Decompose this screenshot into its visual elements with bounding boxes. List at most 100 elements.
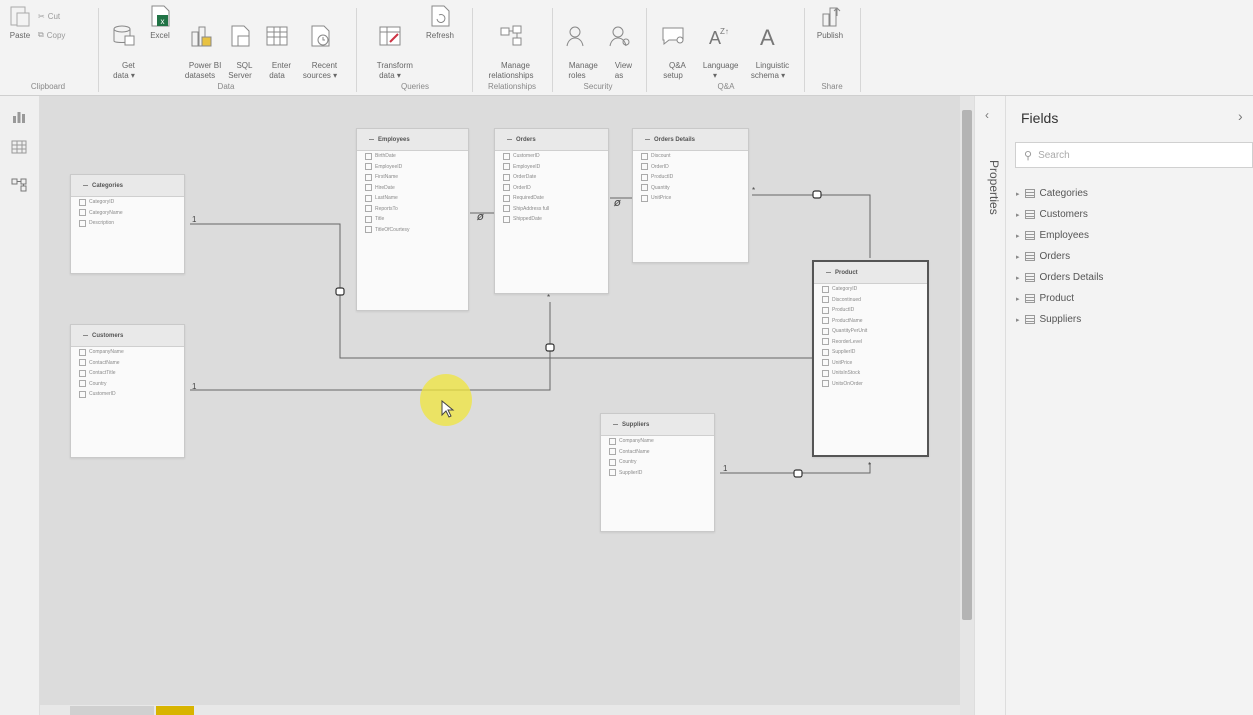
view-switcher-rail — [0, 96, 40, 715]
field-row[interactable]: ReorderLevel — [814, 337, 927, 348]
fields-item[interactable]: ▸ Orders — [1016, 251, 1070, 262]
fields-item[interactable]: ▸ Customers — [1016, 209, 1088, 220]
table-card-customers[interactable]: Customers CompanyName ContactName ContactT… — [70, 324, 185, 458]
field-row[interactable]: UnitPrice — [814, 358, 927, 369]
fields-item-label: Employees — [1039, 230, 1089, 241]
field-row[interactable]: Discontinued — [814, 295, 927, 306]
field-row[interactable]: ContactName — [601, 447, 714, 458]
field-row[interactable]: OrderDate — [495, 172, 608, 183]
get-data-button[interactable]: Get data ▾ — [108, 4, 140, 91]
field-row[interactable]: CustomerID — [71, 389, 184, 400]
field-row[interactable]: UnitPrice — [633, 193, 748, 204]
table-card-orders-details[interactable]: Orders Details Discount OrderID ProductID Q… — [632, 128, 749, 263]
vertical-scroll-thumb[interactable] — [962, 110, 972, 620]
field-row[interactable]: BirthDate — [357, 151, 468, 162]
manage-relationships-button[interactable]: Manage relationships — [478, 4, 544, 91]
excel-button[interactable]: x Excel — [146, 4, 174, 41]
field-row[interactable]: QuantityPerUnit — [814, 326, 927, 337]
field-row[interactable]: EmployeeID — [357, 162, 468, 173]
chevron-right-icon[interactable]: › — [1238, 108, 1243, 124]
search-placeholder: Search — [1038, 149, 1070, 161]
share-group-label: Share — [821, 82, 843, 91]
refresh-button[interactable]: Refresh — [422, 4, 458, 41]
page-tab[interactable] — [70, 706, 154, 715]
field-row[interactable]: SupplierID — [601, 468, 714, 479]
publish-button[interactable]: Publish — [812, 4, 848, 41]
powerbi-datasets-button[interactable]: Power BI datasets — [180, 4, 222, 91]
cut-button[interactable]: ✂ Cut — [38, 12, 60, 21]
field-row[interactable]: HireDate — [357, 183, 468, 194]
field-row[interactable]: LastName — [357, 193, 468, 204]
enter-data-button[interactable]: Enter data — [262, 4, 292, 91]
field-row[interactable]: FirstName — [357, 172, 468, 183]
field-row[interactable]: ContactName — [71, 358, 184, 369]
field-row[interactable]: OrderID — [495, 183, 608, 194]
field-row[interactable]: ProductID — [814, 305, 927, 316]
table-card-employees[interactable]: Employees BirthDate EmployeeID FirstName Hi… — [356, 128, 469, 311]
data-view-icon[interactable] — [11, 140, 27, 154]
fields-item[interactable]: ▸ Employees — [1016, 230, 1089, 241]
field-row[interactable]: CompanyName — [601, 436, 714, 447]
field-row[interactable]: Description — [71, 218, 184, 229]
field-row[interactable]: Discount — [633, 151, 748, 162]
field-row[interactable]: ShippedDate — [495, 214, 608, 225]
field-row[interactable]: CategoryID — [71, 197, 184, 208]
table-title: Categories — [71, 175, 184, 197]
field-row[interactable]: EmployeeID — [495, 162, 608, 173]
field-row[interactable]: UnitsOnOrder — [814, 379, 927, 390]
fields-item[interactable]: ▸ Orders Details — [1016, 272, 1103, 283]
table-card-suppliers[interactable]: Suppliers CompanyName ContactName Country S… — [600, 413, 715, 532]
expand-chevron-icon[interactable]: ▸ — [1016, 232, 1020, 240]
powerbi-label: Power BI datasets — [184, 61, 222, 80]
refresh-icon — [431, 5, 450, 27]
paste-button[interactable]: Paste — [6, 4, 34, 41]
table-card-categories[interactable]: Categories CategoryID CategoryName Descrip… — [70, 174, 185, 274]
qa-setup-button[interactable]: Q&A setup — [658, 4, 688, 91]
field-row[interactable]: CategoryID — [814, 284, 927, 295]
field-row[interactable]: Country — [71, 379, 184, 390]
expand-chevron-icon[interactable]: ▸ — [1016, 274, 1020, 282]
expand-chevron-icon[interactable]: ▸ — [1016, 295, 1020, 303]
copy-button[interactable]: ⧉ Copy — [38, 30, 65, 40]
report-view-icon[interactable] — [11, 110, 27, 124]
language-button[interactable]: A Z↑ Language ▾ — [694, 4, 739, 91]
field-row[interactable]: ReportsTo — [357, 204, 468, 215]
field-row[interactable]: ProductName — [814, 316, 927, 327]
field-row[interactable]: OrderID — [633, 162, 748, 173]
field-row[interactable]: RequiredDate — [495, 193, 608, 204]
field-row[interactable]: TitleOfCourtesy — [357, 225, 468, 236]
field-row[interactable]: ContactTitle — [71, 368, 184, 379]
field-row[interactable]: Title — [357, 214, 468, 225]
add-page-tab[interactable] — [156, 706, 194, 715]
expand-chevron-icon[interactable]: ▸ — [1016, 190, 1020, 198]
expand-chevron-icon[interactable]: ▸ — [1016, 211, 1020, 219]
sql-label: SQL Server — [228, 61, 253, 80]
field-row[interactable]: CustomerID — [495, 151, 608, 162]
field-row[interactable]: ShipAddress full — [495, 204, 608, 215]
field-row[interactable]: SupplierID — [814, 347, 927, 358]
fields-item[interactable]: ▸ Categories — [1016, 188, 1088, 199]
field-row[interactable]: UnitsInStock — [814, 368, 927, 379]
model-view-icon[interactable] — [11, 178, 27, 192]
expand-chevron-icon[interactable]: ▸ — [1016, 316, 1020, 324]
expand-chevron-icon[interactable]: ▸ — [1016, 253, 1020, 261]
transform-data-button[interactable]: Transform data ▾ — [368, 4, 413, 91]
recent-sources-button[interactable]: Recent sources ▾ — [300, 4, 340, 91]
field-row[interactable]: CompanyName — [71, 347, 184, 358]
field-row[interactable]: ProductID — [633, 172, 748, 183]
linguistic-schema-button[interactable]: A Linguistic schema ▾ — [744, 4, 792, 91]
field-row[interactable]: Country — [601, 457, 714, 468]
transform-label: Transform data ▾ — [376, 61, 413, 80]
manage-roles-button[interactable]: Manage roles — [560, 4, 598, 91]
sql-server-button[interactable]: SQL Server — [224, 4, 256, 91]
table-card-product[interactable]: Product CategoryID Discontinued ProductID P… — [812, 260, 929, 457]
table-card-orders[interactable]: Orders CustomerID EmployeeID OrderDate Orde… — [494, 128, 609, 294]
field-row[interactable]: Quantity — [633, 183, 748, 194]
view-as-button[interactable]: View as — [604, 4, 634, 91]
field-row[interactable]: CategoryName — [71, 208, 184, 219]
chevron-left-icon[interactable]: ‹ — [985, 108, 989, 122]
fields-item[interactable]: ▸ Suppliers — [1016, 314, 1081, 325]
fields-search-input[interactable]: ⚲ Search — [1015, 142, 1253, 168]
fields-item[interactable]: ▸ Product — [1016, 293, 1074, 304]
properties-label[interactable]: Properties — [987, 160, 1001, 215]
